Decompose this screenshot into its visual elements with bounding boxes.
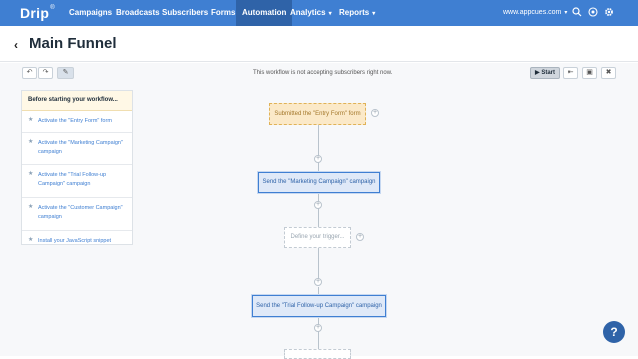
checklist-item-label: Activate the "Customer Campaign" campaig… — [38, 205, 123, 220]
nav-analytics[interactable]: Analytics ▾ — [284, 0, 338, 26]
nav-analytics-label: Analytics — [290, 8, 326, 17]
add-branch-icon[interactable]: + — [356, 233, 364, 241]
define-trigger-node[interactable] — [284, 349, 351, 359]
page-title: Main Funnel — [29, 35, 117, 52]
help-chat-button[interactable]: ? — [603, 321, 625, 343]
chevron-down-icon: ▾ — [564, 10, 568, 16]
collapse-button[interactable]: ⇤ — [563, 67, 578, 79]
star-icon: ★ — [28, 117, 34, 123]
define-trigger-node[interactable]: Define your trigger... — [284, 227, 351, 248]
drip-logo[interactable]: Drip® — [20, 5, 55, 21]
checklist-item[interactable]: ★ Activate the "Customer Campaign" campai… — [22, 198, 132, 231]
add-step-icon[interactable]: + — [314, 201, 322, 209]
redo-button[interactable]: ↷ — [38, 67, 53, 79]
chevron-down-icon: ▾ — [372, 11, 376, 17]
checklist-item-label: Activate the "Marketing Campaign" campai… — [38, 140, 123, 155]
add-step-icon[interactable]: + — [314, 278, 322, 286]
add-step-icon[interactable]: + — [314, 324, 322, 332]
checklist-item[interactable]: ★ Activate the "Trial Follow-up Campaign"… — [22, 165, 132, 198]
checklist-panel: Before starting your workflow... ★ Activa… — [21, 90, 133, 245]
add-step-icon[interactable]: + — [314, 155, 322, 163]
nav-reports[interactable]: Reports ▾ — [333, 0, 381, 26]
checklist-item-label: Install your JavaScript snippet — [38, 238, 112, 244]
workflow-status-message: This workflow is not accepting subscribe… — [253, 70, 393, 76]
checklist-item[interactable]: ★ Activate the "Marketing Campaign" campa… — [22, 133, 132, 165]
nav-reports-label: Reports — [339, 8, 370, 17]
search-icon[interactable] — [571, 7, 583, 19]
star-icon: ★ — [28, 237, 34, 243]
email-campaign-node[interactable]: Send the "Trial Follow-up Campaign" camp… — [252, 295, 386, 317]
trigger-node[interactable]: Submitted the "Entry Form" form — [269, 103, 366, 125]
save-button[interactable]: ▣ — [582, 67, 597, 79]
back-arrow-icon[interactable]: ‹ — [14, 38, 18, 52]
add-branch-icon[interactable]: + — [371, 109, 379, 117]
checklist-item-label: Activate the "Trial Follow-up Campaign" … — [38, 172, 107, 187]
start-button-label: Start — [541, 70, 555, 76]
gear-icon[interactable] — [603, 7, 615, 19]
checklist-item[interactable]: ★ Install your JavaScript snippet — [22, 231, 132, 245]
help-circle-icon[interactable] — [587, 7, 599, 19]
page-header: ‹ Main Funnel — [0, 26, 638, 62]
checklist-heading: Before starting your workflow... — [22, 91, 132, 111]
top-navbar: Drip® Campaigns Broadcasts Subscribers F… — [0, 0, 638, 26]
start-button[interactable]: ▶ Start — [530, 67, 560, 79]
undo-button[interactable]: ↶ — [22, 67, 37, 79]
account-name: www.appcues.com — [503, 9, 562, 16]
email-campaign-node[interactable]: Send the "Marketing Campaign" campaign — [258, 172, 380, 193]
checklist-item[interactable]: ★ Activate the "Entry Form" form — [22, 111, 132, 133]
play-icon: ▶ — [535, 70, 540, 76]
account-selector[interactable]: www.appcues.com ▾ — [503, 0, 567, 26]
star-icon: ★ — [28, 171, 34, 177]
star-icon: ★ — [28, 139, 34, 145]
trash-icon[interactable]: ✖ — [601, 67, 616, 79]
chevron-down-icon: ▾ — [328, 11, 332, 17]
edit-checklist-button[interactable]: ✎ — [57, 67, 74, 79]
checklist-item-label: Activate the "Entry Form" form — [38, 118, 112, 124]
star-icon: ★ — [28, 204, 34, 210]
